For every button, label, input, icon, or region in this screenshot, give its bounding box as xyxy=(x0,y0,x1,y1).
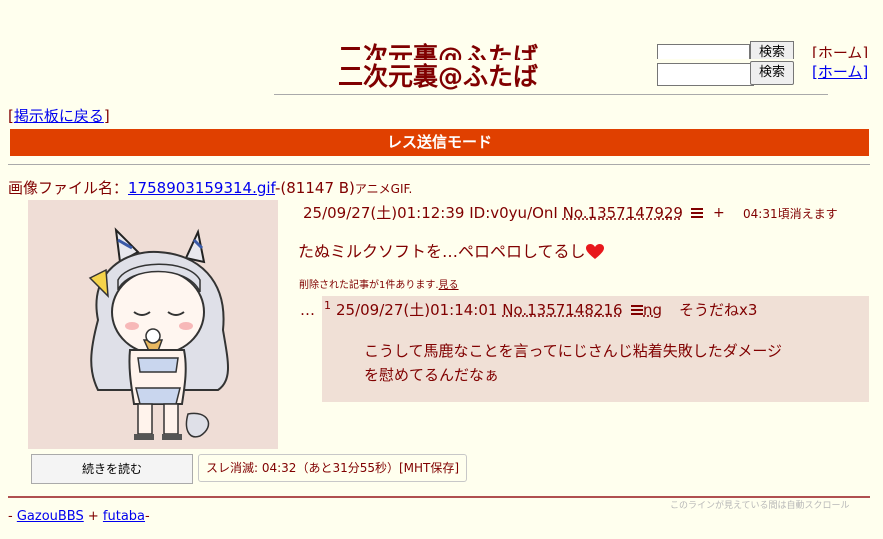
search-button[interactable]: 検索 xyxy=(750,61,794,85)
header-divider xyxy=(274,94,828,95)
gazoubbs-link[interactable]: GazouBBS xyxy=(17,509,84,524)
file-size: -(81147 B) xyxy=(275,179,355,197)
menu-lines-icon[interactable] xyxy=(630,305,643,316)
reply-index: 1 xyxy=(324,299,331,312)
search-input[interactable] xyxy=(657,63,754,86)
futaba-link[interactable]: futaba xyxy=(103,509,145,524)
search-button-ghost: 検索 xyxy=(750,41,794,59)
autoscroll-line xyxy=(8,496,870,498)
deleted-text: 削除された記事が1件あります. xyxy=(299,280,439,291)
thread-image[interactable] xyxy=(28,200,278,449)
heart-icon xyxy=(585,244,604,266)
reply-header: 25/09/27(土)01:14:01 No.1357148216 xyxy=(336,300,649,320)
footer-suffix: - xyxy=(145,509,150,524)
breadcrumb: [掲示板に戻る] xyxy=(8,106,110,126)
file-label: 画像ファイル名： xyxy=(8,179,129,197)
anime-girl-image xyxy=(88,227,229,440)
op-header: 25/09/27(土)01:12:39 ID:v0yu/OnI No.13571… xyxy=(303,203,709,223)
reply-line-1: こうして馬鹿なことを言ってにじさんじ粘着失敗したダメージ xyxy=(364,342,783,360)
deleted-notice: 削除された記事が1件あります.見る xyxy=(299,279,459,293)
file-link[interactable]: 1758903159314.gif xyxy=(128,179,275,197)
reply-line-2: を慰めてるんだなぁ xyxy=(364,366,500,384)
home-link[interactable]: [ホーム] xyxy=(812,62,868,82)
mode-divider xyxy=(8,164,870,165)
op-post-number[interactable]: No.1357147929 xyxy=(563,204,683,222)
show-deleted-link[interactable]: 見る xyxy=(439,280,459,291)
sodane-plus-button[interactable]: + xyxy=(713,203,725,223)
bracket-close: ] xyxy=(103,107,110,125)
read-more-button[interactable]: 続きを読む xyxy=(31,454,193,484)
sodane-count[interactable]: そうだねx3 xyxy=(679,300,757,320)
ng-link[interactable]: ng xyxy=(643,300,662,320)
file-info: 画像ファイル名：1758903159314.gif-(81147 B)アニメGI… xyxy=(8,178,412,199)
reply-comment: こうして馬鹿なことを言ってにじさんじ粘着失敗したダメージ を慰めてるんだなぁ xyxy=(364,339,782,387)
reply-date: 25/09/27(土)01:14:01 xyxy=(336,301,498,319)
page-title: 二次元裏@ふたば xyxy=(338,62,539,91)
op-date: 25/09/27(土)01:12:39 xyxy=(303,204,465,222)
menu-lines-icon[interactable] xyxy=(690,208,703,219)
reply-mode-banner: レス送信モード xyxy=(10,129,869,156)
op-comment-text: たぬミルクソフトを…ペロペロしてるし xyxy=(298,242,586,261)
reply-dots: … xyxy=(300,301,315,319)
expire-note: 04:31頃消えます xyxy=(743,207,838,221)
thread-expire-box[interactable]: スレ消滅: 04:32（あと31分55秒）[MHT保存] xyxy=(198,454,468,482)
footer-plus: + xyxy=(83,509,103,524)
footer-prefix: - xyxy=(8,509,17,524)
file-type: アニメGIF. xyxy=(354,182,413,196)
reply-post-number[interactable]: No.1357148216 xyxy=(502,301,622,319)
footer: - GazouBBS + futaba- xyxy=(8,508,150,526)
search-input-ghost xyxy=(657,44,750,59)
autoscroll-note: このラインが見えている間は自動スクロール xyxy=(670,501,850,511)
back-to-board-link[interactable]: 掲示板に戻る xyxy=(14,107,104,125)
page-title-ghost: 二次元裏@ふたば xyxy=(338,42,539,60)
home-link-ghost: [ホーム] xyxy=(812,44,869,58)
op-comment: たぬミルクソフトを…ペロペロしてるし xyxy=(298,241,604,266)
op-id: ID:v0yu/OnI xyxy=(469,204,558,222)
